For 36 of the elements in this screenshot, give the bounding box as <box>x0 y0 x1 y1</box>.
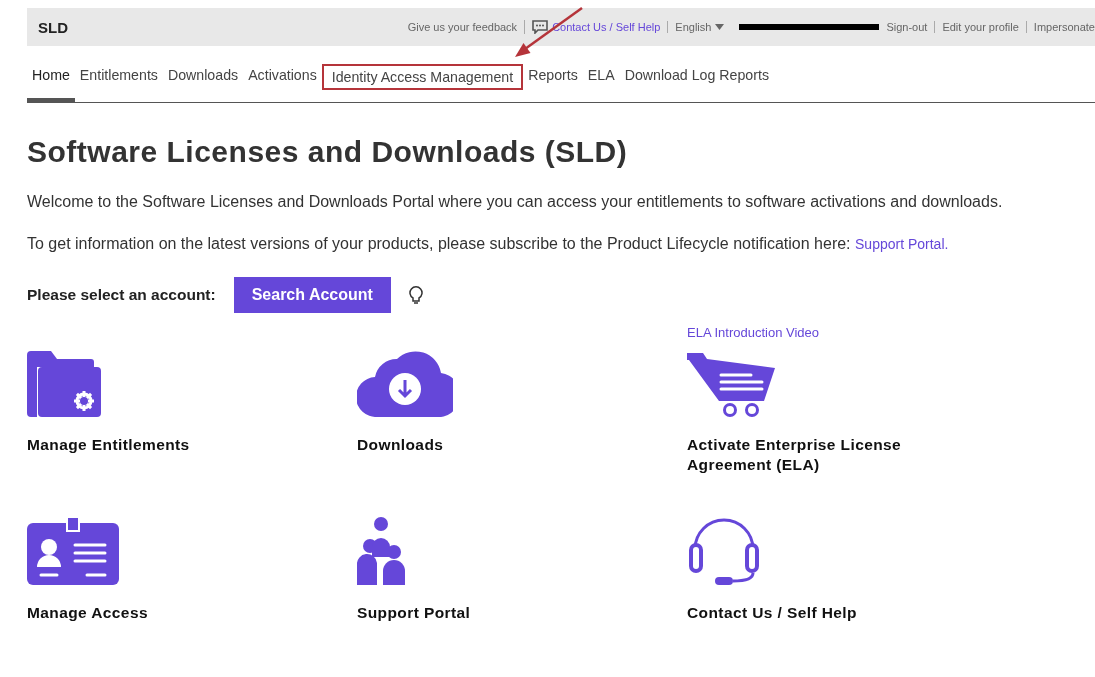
cart-icon <box>687 351 777 417</box>
id-badge-icon <box>27 517 119 585</box>
nav-tab[interactable]: Entitlements <box>74 52 163 102</box>
intro-text: Welcome to the Software Licenses and Downloads Portal where you can access your entitlements to software activations and downloads. <box>27 193 1004 211</box>
brand-label: SLD <box>38 18 68 36</box>
lifecycle-text: To get information on the latest versions of your products, please subscribe to the Product Lifecycle notification here: Support Portal. <box>27 235 950 253</box>
tile-label[interactable]: Activate Enterprise License Agreement (ELA) <box>687 435 927 475</box>
tile-label[interactable]: Downloads <box>357 435 597 455</box>
caret-icon <box>715 24 725 30</box>
account-label: Please select an account: <box>27 286 216 304</box>
people-group-icon <box>357 517 407 585</box>
tile-label[interactable]: Manage Access <box>27 603 267 623</box>
nav-tab[interactable]: Activations <box>243 52 322 102</box>
headset-icon <box>687 517 761 585</box>
language-dropdown[interactable]: English <box>667 21 725 33</box>
nav-tab[interactable]: ELA <box>582 52 620 102</box>
search-account-button[interactable]: Search Account <box>233 277 391 313</box>
tile-label[interactable]: Contact Us / Self Help <box>687 603 927 623</box>
folder-gear-icon <box>27 351 101 417</box>
chat-icon <box>532 20 549 34</box>
header-link[interactable]: Give us your feedback <box>407 21 518 33</box>
nav-tab[interactable]: Home <box>27 52 75 102</box>
tile-label[interactable]: Manage Entitlements <box>27 435 267 455</box>
support-portal-link[interactable]: Support Portal. <box>855 236 949 252</box>
nav-tab[interactable]: Identity Access Management <box>321 64 524 90</box>
nav-tab[interactable]: Reports <box>523 52 583 102</box>
tile-label[interactable]: Support Portal <box>357 603 597 623</box>
nav-tab[interactable]: Download Log Reports <box>619 52 774 102</box>
header-link[interactable]: Impersonate <box>1025 21 1095 33</box>
page-title: Software Licenses and Downloads (SLD) <box>27 135 629 169</box>
video-link[interactable]: ELA Introduction Video <box>687 324 820 340</box>
nav-tab[interactable]: Downloads <box>162 52 244 102</box>
cloud-download-icon <box>357 351 453 417</box>
header-link[interactable]: Edit your profile <box>934 21 1019 33</box>
lightbulb-icon[interactable] <box>408 285 423 305</box>
header-link[interactable]: Sign-out <box>886 21 928 33</box>
